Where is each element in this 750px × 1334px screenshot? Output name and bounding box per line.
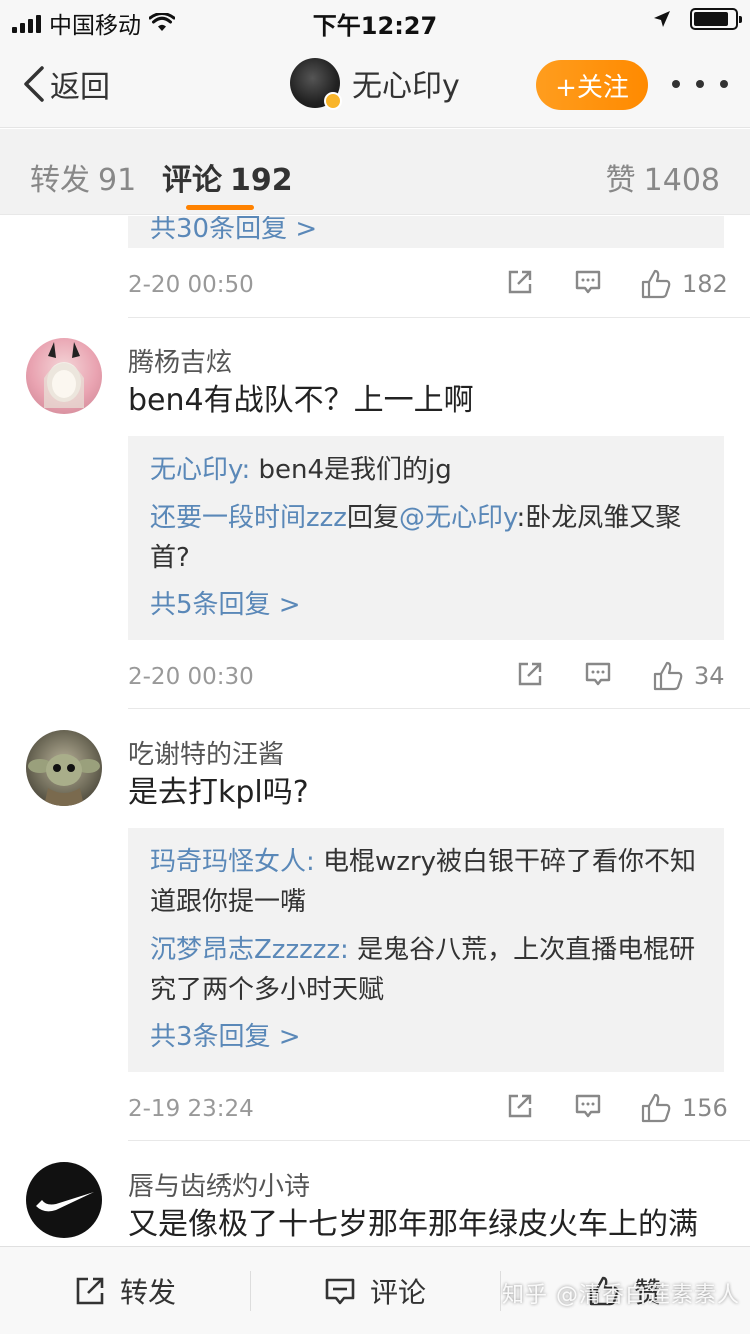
share-icon [508,270,532,294]
comment-text: 是去打kpl吗? [128,775,309,810]
follow-button[interactable]: +关注 [536,60,648,110]
avatar[interactable] [26,338,102,414]
more-replies-link[interactable]: 共5条回复 > [150,586,702,624]
tab-likes[interactable]: 赞 1408 [606,155,720,199]
repost-button[interactable]: 转发 [74,1271,176,1311]
reply-box[interactable]: 无心印y: ben4是我们的jg 还要一段时间zzz回复@无心印y:卧龙凤雏又聚… [128,436,724,640]
tab-reposts[interactable]: 转发 91 [30,155,136,199]
comment-time: 2-19 23:24 [128,1096,254,1122]
back-button[interactable]: 返回 [22,62,110,106]
tab-bar: 转发 91 评论 192 赞 1408 [0,129,750,215]
avatar-illustration [36,1192,94,1212]
like-button[interactable]: 182 [640,268,728,300]
verified-badge-icon [324,92,342,110]
avatar[interactable] [290,58,342,110]
like-icon [653,661,683,691]
reply-author[interactable]: 无心印y: [150,455,250,485]
comment-author[interactable]: 腾杨吉炫 [128,342,232,379]
comment-author[interactable]: 吃谢特的汪酱 [128,734,284,771]
comment-meta: 2-20 00:30 34 [128,660,725,700]
like-count: 34 [694,662,725,690]
reply-box[interactable]: 玛奇玛怪女人: 电棍wzry被白银干碎了看你不知道跟你提一嘴 沉梦昂志Zzzzz… [128,828,724,1072]
avatar[interactable] [26,730,102,806]
reply-button[interactable] [574,268,602,296]
comment-meta: 2-19 23:24 156 [128,1092,728,1132]
nav-user-name: 无心印y [352,69,460,104]
comment-author[interactable]: 唇与齿绣灼小诗 [128,1166,310,1203]
comment-icon [575,1094,601,1118]
repost-label: 转发 [120,1276,177,1309]
tab-count: 91 [98,163,137,198]
reply-author[interactable]: 玛奇玛怪女人: [150,847,315,877]
share-icon [518,662,542,686]
reply-item: 玛奇玛怪女人: 电棍wzry被白银干碎了看你不知道跟你提一嘴 [150,842,702,922]
nav-user[interactable]: 无心印y [290,58,460,110]
share-button[interactable] [516,660,544,688]
comment-button[interactable]: 评论 [324,1271,426,1311]
reply-button[interactable] [584,660,612,688]
reply-button[interactable] [574,1092,602,1120]
tab-label: 评论 [162,163,222,198]
comment-time: 2-20 00:50 [128,272,254,298]
reply-author[interactable]: 沉梦昂志Zzzzzz: [150,935,349,965]
status-time: 下午12:27 [312,12,438,40]
reply-connector: 回复 [346,503,399,533]
like-icon [641,1093,671,1123]
follow-label: +关注 [555,72,629,103]
comment-text: 又是像极了十七岁那年那年绿皮火车上的满 [128,1207,698,1242]
comment-divider [128,1140,750,1141]
comment-icon [575,270,601,294]
like-button[interactable]: 156 [640,1092,728,1124]
battery-icon [690,8,742,30]
like-button[interactable]: 34 [652,660,725,692]
reply-item: 还要一段时间zzz回复@无心印y:卧龙凤雏又聚首? [150,498,702,578]
avatar-illustration [28,754,100,806]
comment-divider [128,317,750,318]
comment-time: 2-20 00:30 [128,664,254,690]
avatar-illustration [44,342,84,408]
comment-divider [128,708,750,709]
tab-count: 1408 [643,163,720,198]
reply-author[interactable]: 还要一段时间zzz [150,503,347,533]
location-arrow-icon [654,11,670,27]
watermark: 知乎 @清香白莲素素人 [502,1283,740,1308]
comment-text: ben4有战队不？上一上啊 [128,383,474,418]
tab-comments[interactable]: 评论 192 [162,155,293,199]
reply-box: 共30条回复 > [128,216,724,248]
share-button[interactable] [506,1092,534,1120]
more-replies-link[interactable]: 共30条回复 > [150,216,702,248]
tab-count: 192 [230,163,293,198]
comment-label: 评论 [370,1276,427,1309]
status-bar: 中国移动 下午12:27 [0,0,750,40]
comment-icon [325,1278,355,1305]
tab-label: 赞 [605,163,636,198]
bottom-separator [500,1271,501,1311]
reply-text: ben4是我们的jg [250,455,452,485]
more-replies-link[interactable]: 共3条回复 > [150,1018,702,1056]
navigation-bar: 返回 无心印y +关注 [0,40,750,128]
reply-item: 无心印y: ben4是我们的jg [150,450,702,490]
status-right [652,8,742,30]
bottom-action-bar: 转发 评论 赞 知乎 @清香白莲素素人 [0,1246,750,1334]
like-count: 182 [682,270,728,298]
back-label: 返回 [50,70,110,105]
reply-item: 沉梦昂志Zzzzzz: 是鬼谷八荒，上次直播电棍研究了两个多小时天赋 [150,930,702,1010]
comment-meta: 2-20 00:50 182 [128,268,728,308]
active-tab-indicator [186,205,254,210]
back-chevron-icon [24,66,44,102]
reply-mention[interactable]: @无心印y [399,503,517,533]
like-icon [641,269,671,299]
share-button[interactable] [506,268,534,296]
repost-icon [76,1277,104,1305]
more-icon[interactable] [672,66,728,102]
comment-list[interactable]: 共30条回复 > 2-20 00:50 182 腾杨吉炫 ben4有战队不？上一… [0,216,750,1246]
like-count: 156 [682,1094,728,1122]
share-icon [508,1094,532,1118]
avatar[interactable] [26,1162,102,1238]
bottom-separator [250,1271,251,1311]
comment-icon [585,662,611,686]
tab-label: 转发 [30,163,90,198]
